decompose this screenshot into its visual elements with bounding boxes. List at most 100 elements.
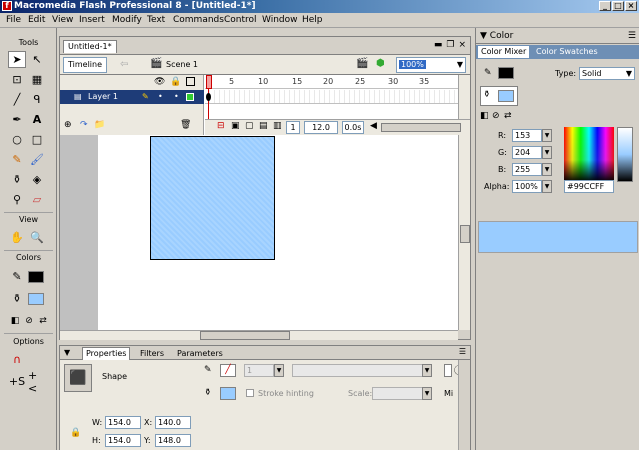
layer-row[interactable]: ▤ Layer 1 ✎ • • — [60, 90, 204, 104]
hscroll-thumb[interactable] — [200, 331, 290, 340]
center-frame-icon[interactable]: ⊟ — [217, 121, 225, 131]
oval-tool-icon[interactable]: ○ — [8, 131, 26, 148]
timeline-vscroll[interactable] — [458, 75, 470, 119]
ink-bottle-tool-icon[interactable]: ⚱ — [8, 171, 26, 188]
stroke-color-swatch[interactable] — [28, 271, 44, 283]
stroke-height-dropdown[interactable]: ▼ — [274, 364, 284, 377]
lock-icon[interactable]: 🔒 — [170, 77, 181, 87]
green-dropdown[interactable]: ▼ — [542, 146, 552, 159]
doc-close-icon[interactable]: × — [458, 40, 466, 50]
playhead-handle[interactable] — [206, 75, 212, 89]
menu-insert[interactable]: Insert — [79, 15, 105, 25]
height-input[interactable]: 154.0 — [105, 434, 141, 447]
y-input[interactable]: 148.0 — [155, 434, 191, 447]
back-arrow-icon[interactable]: ⇦ — [120, 59, 128, 70]
blue-rectangle-shape[interactable] — [150, 136, 275, 260]
no-color-icon[interactable]: ⊘ — [492, 111, 500, 121]
subselection-tool-icon[interactable]: ↖ — [28, 51, 46, 68]
onion-outlines-icon[interactable]: ▢ — [245, 121, 254, 131]
stroke-color-picker[interactable]: ╱ — [220, 364, 236, 377]
insert-layer-icon[interactable]: ⊕ — [64, 120, 72, 130]
doc-minimize-icon[interactable]: ▬ — [434, 40, 443, 50]
hand-tool-icon[interactable]: ✋ — [8, 229, 26, 246]
collapse-icon[interactable]: ▼ — [64, 348, 70, 357]
minimize-icon[interactable]: _ — [599, 1, 611, 11]
close-icon[interactable]: × — [625, 1, 637, 11]
menu-edit[interactable]: Edit — [28, 15, 45, 25]
mixer-fill-swatch[interactable] — [498, 90, 514, 102]
edit-scene-icon[interactable]: 🎬 — [356, 58, 368, 69]
selection-tool-icon[interactable]: ➤ — [8, 51, 26, 68]
menu-file[interactable]: File — [6, 15, 21, 25]
delete-layer-icon[interactable]: 🗑 — [180, 120, 191, 130]
show-hide-icon[interactable]: 👁 — [154, 77, 165, 87]
stroke-hinting-checkbox[interactable] — [246, 389, 254, 397]
pen-tool-icon[interactable]: ✒ — [8, 111, 26, 128]
zoom-tool-icon[interactable]: 🔍 — [28, 229, 46, 246]
menu-commands[interactable]: Commands — [173, 15, 224, 25]
fill-transform-tool-icon[interactable]: ▦ — [28, 71, 46, 88]
blue-dropdown[interactable]: ▼ — [542, 163, 552, 176]
edit-multiple-frames-icon[interactable]: ▤ — [259, 121, 268, 131]
frame-rate[interactable]: 12.0 fps — [304, 121, 338, 143]
mixer-stroke-swatch[interactable] — [498, 67, 514, 79]
stroke-style-select[interactable] — [292, 364, 432, 377]
pencil-tool-icon[interactable]: ✎ — [8, 151, 26, 168]
brush-tool-icon[interactable]: 🖌 — [28, 151, 46, 168]
menu-view[interactable]: View — [52, 15, 73, 25]
add-motion-guide-icon[interactable]: ↷ — [80, 120, 88, 130]
maximize-icon[interactable]: □ — [612, 1, 624, 11]
fill-color-icon[interactable]: ⚱ — [8, 290, 26, 307]
panel-menu-icon[interactable]: ☰ — [628, 28, 636, 44]
modify-onion-markers-icon[interactable]: ▥ — [273, 121, 282, 131]
frame-row[interactable] — [205, 90, 458, 104]
swap-colors-icon[interactable]: ⇄ — [504, 111, 512, 121]
menu-window[interactable]: Window — [262, 15, 298, 25]
stage-hscroll[interactable] — [60, 330, 458, 340]
straighten-icon[interactable]: +< — [28, 369, 46, 395]
swap-colors-icon[interactable]: ⇄ — [34, 312, 52, 329]
width-input[interactable]: 154.0 — [105, 416, 141, 429]
vscroll-thumb[interactable] — [460, 225, 470, 243]
brightness-slider[interactable] — [617, 127, 633, 182]
tab-filters[interactable]: Filters — [140, 348, 164, 360]
menu-control[interactable]: Control — [224, 15, 257, 25]
panel-menu-icon[interactable]: ☰ — [459, 347, 466, 356]
type-select[interactable]: Solid ▼ — [579, 67, 635, 80]
scale-dropdown[interactable]: ▼ — [422, 387, 432, 400]
red-dropdown[interactable]: ▼ — [542, 129, 552, 142]
alpha-dropdown[interactable]: ▼ — [542, 180, 552, 193]
tab-color-swatches[interactable]: Color Swatches — [536, 47, 598, 56]
stage-vscroll[interactable] — [458, 135, 470, 330]
lasso-tool-icon[interactable]: ᑫ — [28, 91, 46, 108]
fill-toggle[interactable]: ⚱ — [480, 86, 518, 106]
tab-color-mixer[interactable]: Color Mixer — [478, 46, 530, 58]
keyframe-icon[interactable] — [206, 93, 211, 101]
edit-symbols-icon[interactable]: ⬢ — [376, 58, 385, 69]
tab-properties[interactable]: Properties — [82, 347, 131, 360]
snap-magnet-icon[interactable]: ∩ — [8, 351, 26, 368]
menu-help[interactable]: Help — [302, 15, 323, 25]
doc-restore-icon[interactable]: ❐ — [446, 40, 454, 50]
stroke-style-dropdown[interactable]: ▼ — [422, 364, 432, 377]
eraser-tool-icon[interactable]: ▱ — [28, 191, 46, 208]
paint-bucket-tool-icon[interactable]: ◈ — [28, 171, 46, 188]
x-input[interactable]: 140.0 — [155, 416, 191, 429]
custom-stroke-button[interactable] — [444, 364, 452, 377]
onion-skin-icon[interactable]: ▣ — [231, 121, 240, 131]
stroke-color-icon[interactable]: ✎ — [8, 268, 26, 285]
red-input[interactable]: 153 — [512, 129, 542, 142]
alpha-input[interactable]: 100% — [512, 180, 542, 193]
color-panel-header[interactable]: ▼ Color ☰ — [476, 28, 639, 44]
fill-color-swatch[interactable] — [28, 293, 44, 305]
smooth-icon[interactable]: +S — [8, 373, 26, 390]
outline-icon[interactable] — [186, 77, 195, 86]
zoom-select[interactable]: 100% ▼ — [396, 57, 466, 73]
green-input[interactable]: 204 — [512, 146, 542, 159]
eyedropper-tool-icon[interactable]: ⚲ — [8, 191, 26, 208]
stroke-height-input[interactable]: 1 — [244, 364, 274, 377]
text-tool-icon[interactable]: A — [28, 111, 46, 128]
lock-dot-icon[interactable]: • — [174, 90, 179, 104]
tab-parameters[interactable]: Parameters — [177, 348, 223, 360]
rectangle-tool-icon[interactable]: □ — [28, 131, 46, 148]
